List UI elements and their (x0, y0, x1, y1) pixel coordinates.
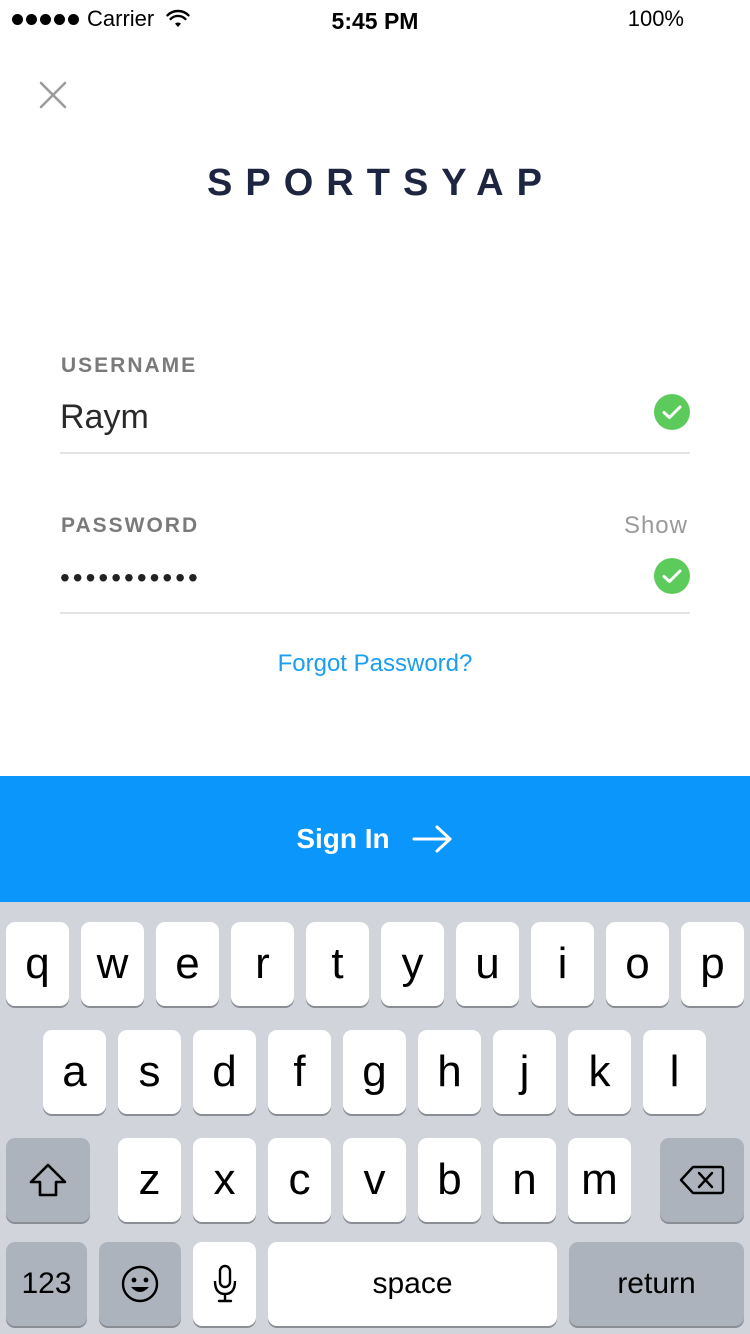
shift-icon (29, 1163, 67, 1197)
key-j[interactable]: j (493, 1030, 556, 1114)
key-b[interactable]: b (418, 1138, 481, 1222)
sign-in-button[interactable]: Sign In (0, 776, 750, 902)
app-logo: SPORTSYAP (207, 162, 555, 204)
username-field[interactable]: USERNAME Raym (60, 350, 690, 454)
forgot-password-link[interactable]: Forgot Password? (0, 650, 750, 678)
username-valid-icon (654, 394, 690, 430)
password-valid-icon (654, 558, 690, 594)
key-l[interactable]: l (643, 1030, 706, 1114)
backspace-key[interactable] (660, 1138, 744, 1222)
username-input[interactable]: Raym (60, 398, 149, 437)
emoji-key[interactable] (99, 1242, 181, 1326)
password-label: PASSWORD (61, 514, 200, 537)
key-i[interactable]: i (531, 922, 594, 1006)
key-r[interactable]: r (231, 922, 294, 1006)
key-w[interactable]: w (81, 922, 144, 1006)
keyboard: q w e r t y u i o p a s d f g h j k l z … (0, 902, 750, 1334)
arrow-right-icon (412, 825, 452, 853)
key-d[interactable]: d (193, 1030, 256, 1114)
password-field[interactable]: PASSWORD Show ••••••••••• (60, 510, 690, 614)
backspace-icon (679, 1165, 725, 1195)
key-z[interactable]: z (118, 1138, 181, 1222)
key-v[interactable]: v (343, 1138, 406, 1222)
key-f[interactable]: f (268, 1030, 331, 1114)
key-u[interactable]: u (456, 922, 519, 1006)
key-m[interactable]: m (568, 1138, 631, 1222)
microphone-icon (213, 1264, 236, 1303)
return-key[interactable]: return (569, 1242, 744, 1326)
shift-key[interactable] (6, 1138, 90, 1222)
key-e[interactable]: e (156, 922, 219, 1006)
close-icon (39, 81, 67, 109)
key-s[interactable]: s (118, 1030, 181, 1114)
battery-label: 100% (627, 6, 684, 31)
show-password-button[interactable]: Show (624, 512, 688, 540)
close-button[interactable] (34, 76, 72, 114)
key-g[interactable]: g (343, 1030, 406, 1114)
key-t[interactable]: t (306, 922, 369, 1006)
dictation-key[interactable] (193, 1242, 256, 1326)
key-p[interactable]: p (681, 922, 744, 1006)
key-x[interactable]: x (193, 1138, 256, 1222)
key-k[interactable]: k (568, 1030, 631, 1114)
status-bar: Carrier 5:45 PM 100% (0, 0, 750, 40)
key-c[interactable]: c (268, 1138, 331, 1222)
password-input[interactable]: ••••••••••• (60, 562, 201, 594)
key-a[interactable]: a (43, 1030, 106, 1114)
username-label: USERNAME (61, 354, 198, 377)
emoji-icon (121, 1265, 159, 1303)
key-y[interactable]: y (381, 922, 444, 1006)
key-h[interactable]: h (418, 1030, 481, 1114)
key-o[interactable]: o (606, 922, 669, 1006)
sign-in-label: Sign In (296, 823, 390, 854)
numbers-key[interactable]: 123 (6, 1242, 87, 1326)
key-n[interactable]: n (493, 1138, 556, 1222)
space-key[interactable]: space (268, 1242, 557, 1326)
key-q[interactable]: q (6, 922, 69, 1006)
